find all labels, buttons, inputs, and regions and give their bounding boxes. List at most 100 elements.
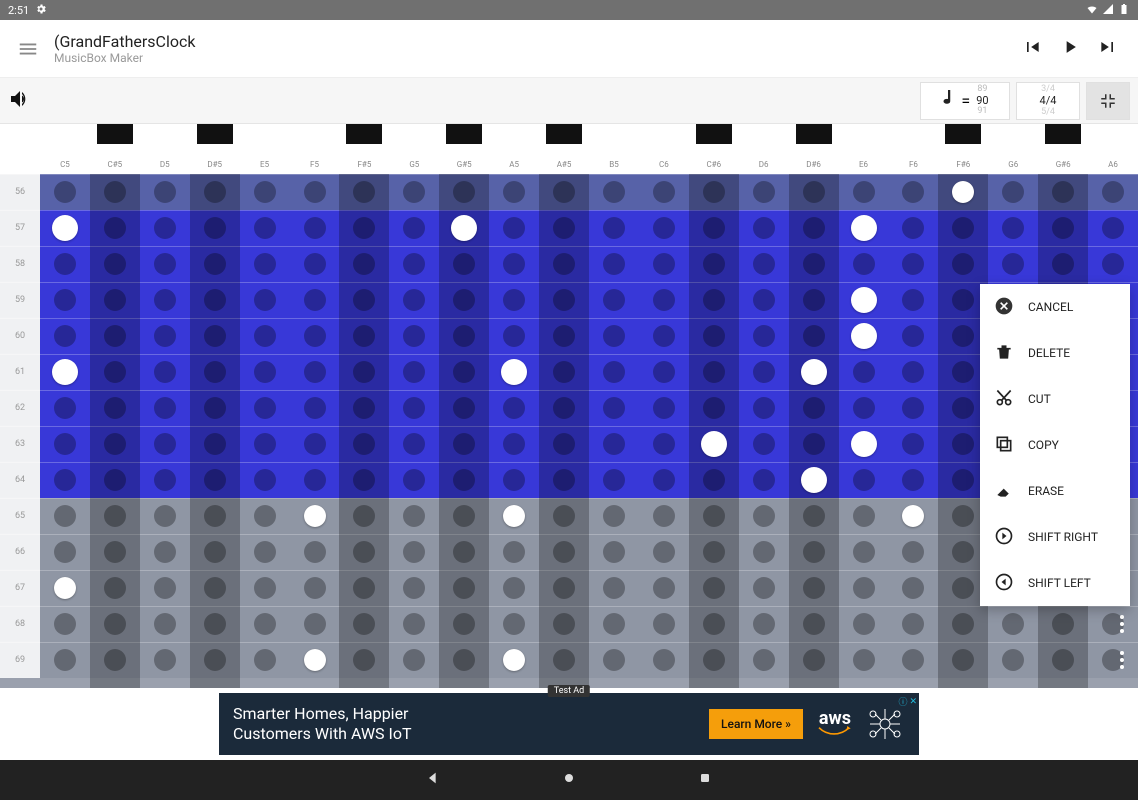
app-subtitle: MusicBox Maker <box>54 51 1022 65</box>
row-number: 66 <box>0 534 40 570</box>
android-status-bar: 2:51 <box>0 0 1138 20</box>
piano-key-strip <box>0 124 1138 160</box>
note[interactable] <box>902 505 924 527</box>
row-number: 58 <box>0 246 40 282</box>
note-label: A5 <box>509 160 519 169</box>
row-number: 61 <box>0 354 40 390</box>
volume-button[interactable] <box>8 87 32 115</box>
row-number: 69 <box>0 642 40 678</box>
note-label-row: C5C#5D5D#5E5F5F#5G5G#5A5A#5B5C6C#6D6D#6E… <box>0 160 1138 174</box>
note[interactable] <box>851 431 877 457</box>
row-number: 60 <box>0 318 40 354</box>
note-label: A#5 <box>557 160 572 169</box>
note-label: G5 <box>409 160 419 169</box>
context-menu-shift_right[interactable]: SHIFT RIGHT <box>980 514 1130 560</box>
black-key <box>97 124 133 144</box>
iot-icon <box>865 704 905 744</box>
note[interactable] <box>451 215 477 241</box>
ad-brand-logo: aws <box>817 712 851 736</box>
row-number: 65 <box>0 498 40 534</box>
ad-cta-button[interactable]: Learn More » <box>709 709 803 739</box>
ad-banner[interactable]: Test Ad Smarter Homes, Happier Customers… <box>219 693 919 755</box>
black-key <box>346 124 382 144</box>
note[interactable] <box>801 467 827 493</box>
note-grid[interactable]: 5657585960616263646566676869 <box>0 174 1138 688</box>
ad-label: Test Ad <box>548 685 590 697</box>
note-label: D6 <box>759 160 769 169</box>
note[interactable] <box>851 287 877 313</box>
status-time: 2:51 <box>8 4 29 17</box>
note-label: F#5 <box>357 160 371 169</box>
row-drag-handle[interactable] <box>1114 642 1130 678</box>
black-key <box>945 124 981 144</box>
quarter-note-icon <box>941 90 955 112</box>
note[interactable] <box>851 215 877 241</box>
black-key <box>696 124 732 144</box>
nav-back-button[interactable] <box>425 770 441 790</box>
context-menu-copy[interactable]: COPY <box>980 422 1130 468</box>
note[interactable] <box>503 649 525 671</box>
note-label: C5 <box>60 160 70 169</box>
row-number: 57 <box>0 210 40 246</box>
note-label: A6 <box>1108 160 1118 169</box>
collapse-button[interactable] <box>1086 82 1130 120</box>
note[interactable] <box>851 323 877 349</box>
note-label: D#6 <box>806 160 821 169</box>
context-menu: CANCELDELETECUTCOPYERASESHIFT RIGHTSHIFT… <box>980 284 1130 606</box>
song-title: (GrandFathersClock <box>54 32 1022 51</box>
close-icon <box>994 296 1014 319</box>
row-number: 67 <box>0 570 40 606</box>
ad-close-button[interactable]: ⓘ✕ <box>898 695 917 708</box>
note[interactable] <box>503 505 525 527</box>
note[interactable] <box>701 431 727 457</box>
nav-home-button[interactable] <box>561 770 577 790</box>
note-label: F6 <box>909 160 918 169</box>
context-menu-cancel[interactable]: CANCEL <box>980 284 1130 330</box>
note-label: F5 <box>310 160 319 169</box>
note-label: E5 <box>260 160 269 169</box>
note[interactable] <box>304 649 326 671</box>
time-signature-selector[interactable]: 3/4 4/4 5/4 <box>1016 82 1080 120</box>
note-label: G6 <box>1008 160 1018 169</box>
play-button[interactable] <box>1060 37 1080 61</box>
skip-previous-button[interactable] <box>1022 37 1042 61</box>
black-key <box>546 124 582 144</box>
note-label: D#5 <box>207 160 222 169</box>
ad-text: Smarter Homes, Happier Customers With AW… <box>233 704 695 744</box>
tempo-selector[interactable]: = 89 90 91 <box>920 82 1010 120</box>
note[interactable] <box>304 505 326 527</box>
note[interactable] <box>52 215 78 241</box>
note-label: C6 <box>659 160 669 169</box>
arrow-left-icon <box>994 572 1014 595</box>
black-key <box>197 124 233 144</box>
black-key <box>796 124 832 144</box>
menu-button[interactable] <box>10 31 46 67</box>
note[interactable] <box>501 359 527 385</box>
row-number: 63 <box>0 426 40 462</box>
android-nav-bar <box>0 760 1138 800</box>
context-menu-shift_left[interactable]: SHIFT LEFT <box>980 560 1130 606</box>
context-menu-erase[interactable]: ERASE <box>980 468 1130 514</box>
note[interactable] <box>54 577 76 599</box>
note-label: G#6 <box>1056 160 1071 169</box>
note[interactable] <box>801 359 827 385</box>
cut-icon <box>994 388 1014 411</box>
context-menu-cut[interactable]: CUT <box>980 376 1130 422</box>
row-number: 68 <box>0 606 40 642</box>
time-signature-value: 4/4 <box>1040 94 1057 107</box>
row-number: 62 <box>0 390 40 426</box>
note[interactable] <box>52 359 78 385</box>
context-menu-delete[interactable]: DELETE <box>980 330 1130 376</box>
row-number: 56 <box>0 174 40 210</box>
note[interactable] <box>952 181 974 203</box>
row-number: 59 <box>0 282 40 318</box>
trash-icon <box>994 342 1014 365</box>
tempo-value: 90 <box>976 95 988 106</box>
ad-container: Test Ad Smarter Homes, Happier Customers… <box>0 688 1138 760</box>
note-label: D5 <box>160 160 170 169</box>
nav-recent-button[interactable] <box>697 770 713 790</box>
row-drag-handle[interactable] <box>1114 606 1130 642</box>
skip-next-button[interactable] <box>1098 37 1118 61</box>
note-label: G#5 <box>457 160 472 169</box>
wifi-icon <box>1086 3 1098 18</box>
